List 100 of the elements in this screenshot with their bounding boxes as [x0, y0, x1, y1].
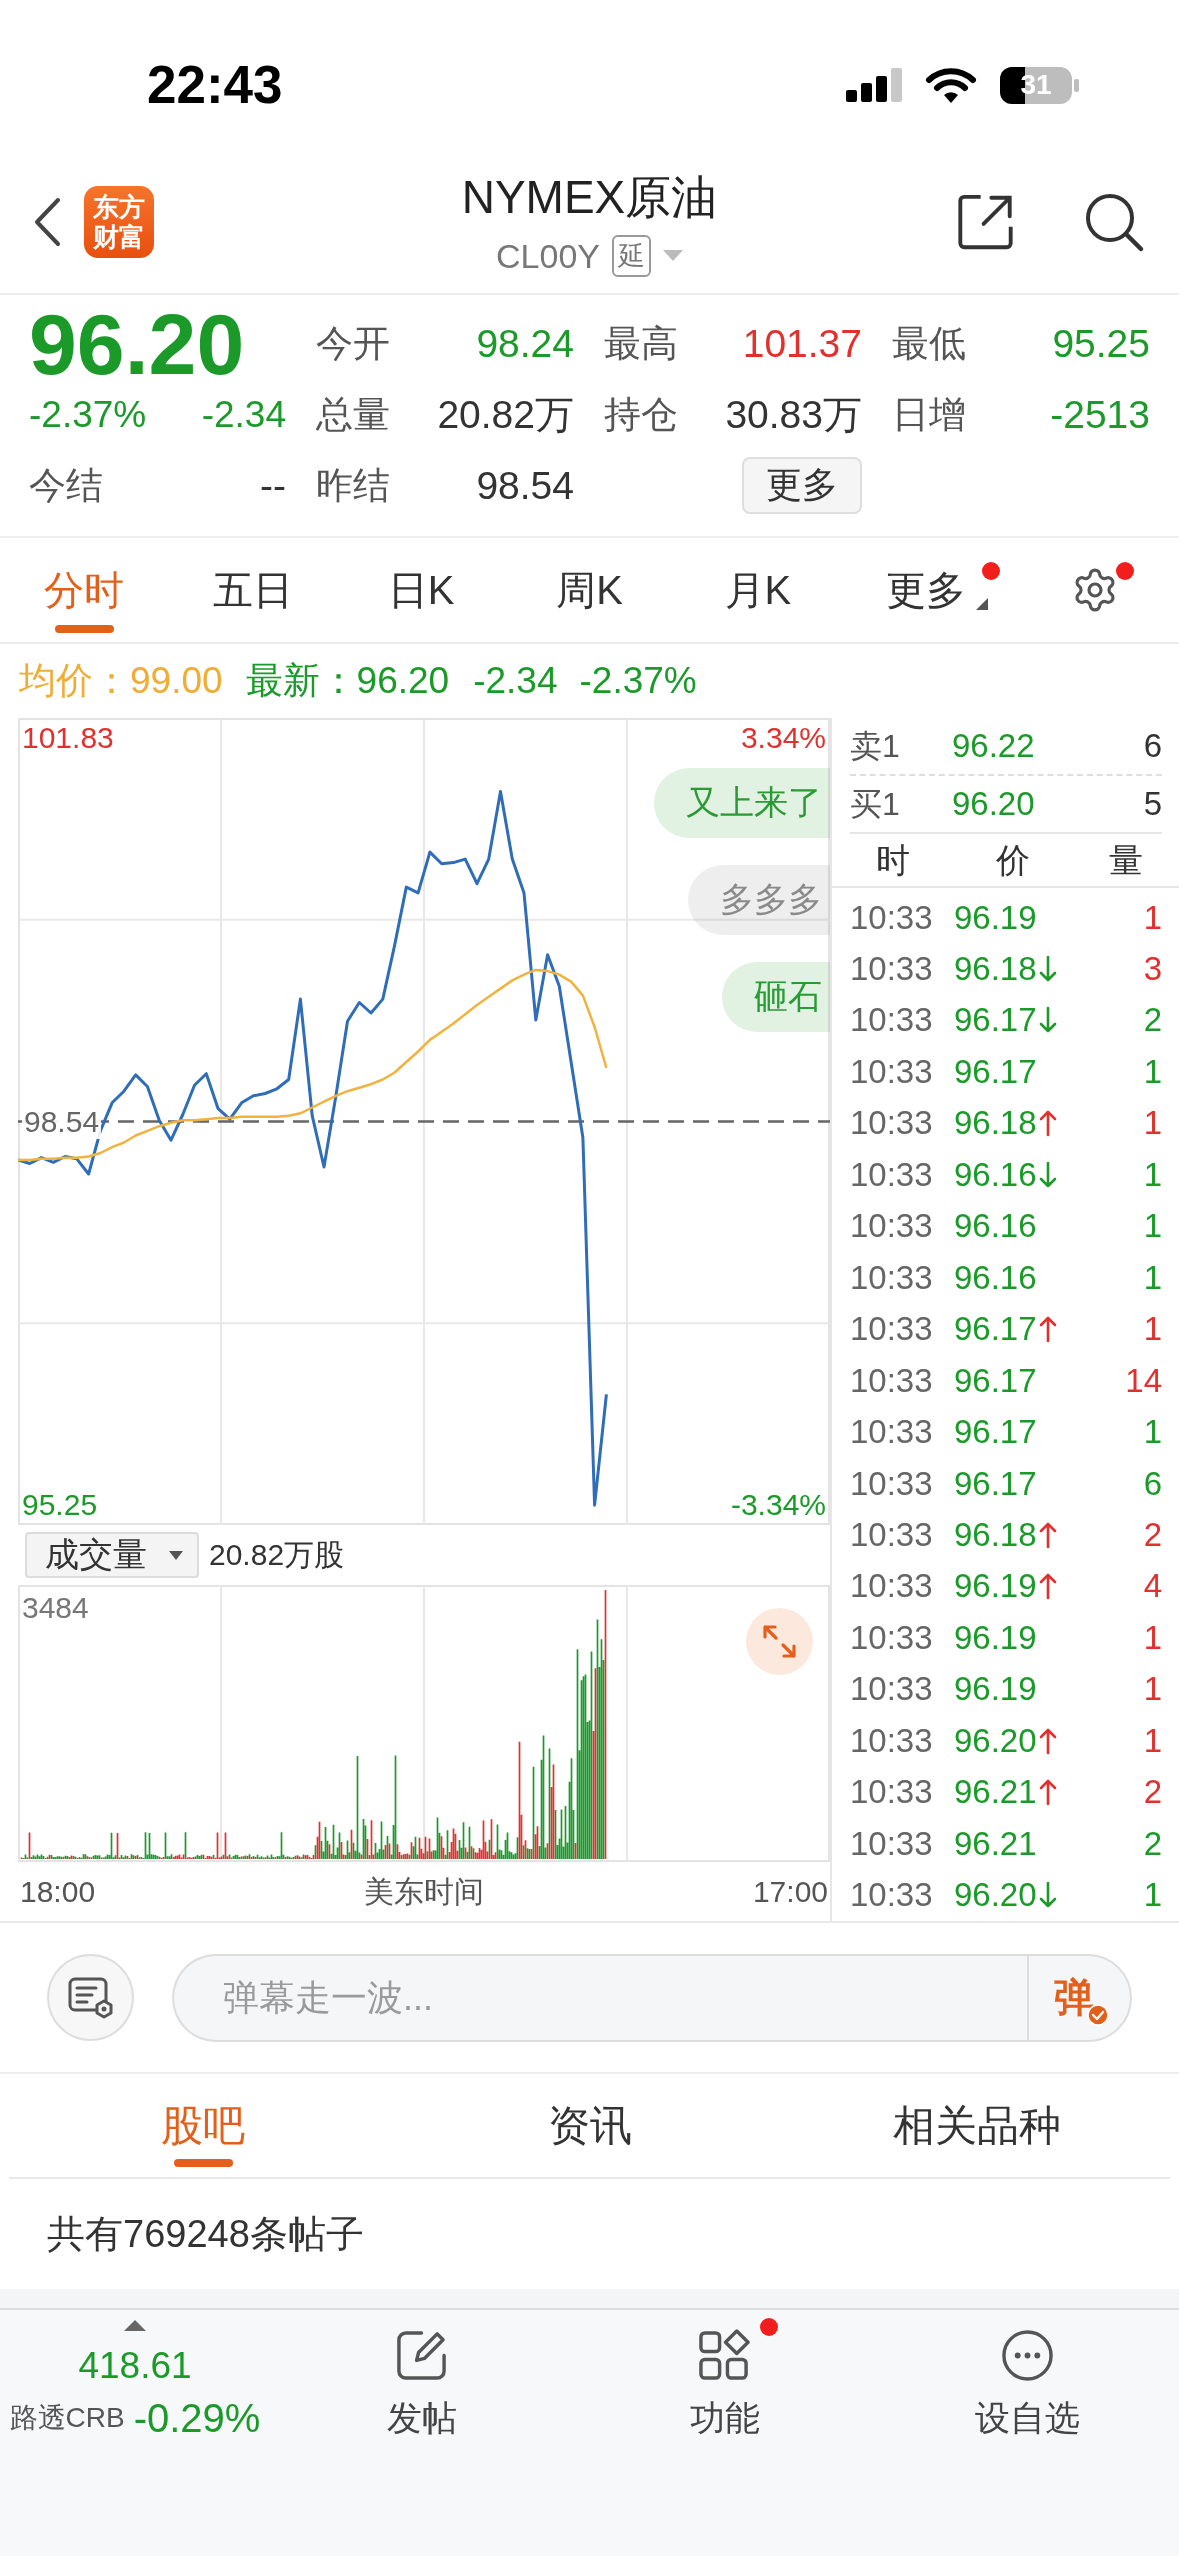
trade-price: 96.20: [954, 1875, 1037, 1916]
average-price-label: 均价：: [19, 659, 130, 703]
trade-time: 10:33: [850, 1823, 933, 1864]
trade-volume: 14: [1125, 1360, 1162, 1401]
trade-price: 96.17: [954, 1000, 1037, 1041]
caret-down-icon: [169, 1550, 183, 1560]
axis-label: 101.83: [22, 721, 114, 755]
index-name: 路透CRB: [9, 2401, 125, 2435]
comment-bubble: 又上来了: [654, 768, 830, 838]
chart-tab[interactable]: 五日: [168, 538, 337, 642]
app-logo: 东方 财富: [84, 185, 154, 258]
trade-volume: 1: [1143, 897, 1162, 938]
stat-value: 30.83万: [725, 392, 862, 437]
time-axis-title: 美东时间: [364, 1873, 484, 1910]
status-time: 22:43: [147, 55, 283, 115]
volume-total: 20.82万股: [209, 1537, 345, 1573]
latest-change: -2.34: [473, 659, 558, 703]
trade-price: 96.17: [954, 1412, 1037, 1453]
add-watchlist-button[interactable]: 设自选: [951, 2317, 1104, 2440]
contract-code: CL00Y: [496, 235, 600, 276]
caret-up-icon: [124, 2320, 146, 2331]
ask-price: 96.22: [952, 725, 1035, 766]
trade-volume: 2: [1143, 1515, 1162, 1555]
trade-price: 96.21: [954, 1823, 1037, 1864]
ask-volume: 6: [1143, 725, 1162, 766]
trade-time: 10:33: [850, 1360, 933, 1401]
stat-label: 今开: [316, 321, 390, 366]
chart-tab[interactable]: 更多: [842, 538, 1011, 642]
bid-price: 96.20: [952, 783, 1035, 824]
ask-label: 卖1: [850, 726, 900, 766]
trade-volume: 1: [1143, 1103, 1162, 1144]
trade-volume: 2: [1143, 1772, 1162, 1813]
back-chevron-icon[interactable]: [32, 196, 62, 247]
latest-price-value: 96.20: [356, 659, 450, 703]
community-tab[interactable]: 股吧: [9, 2074, 396, 2177]
chart-tab[interactable]: 日K: [336, 538, 506, 642]
trade-volume: 1: [1143, 1669, 1162, 1710]
trade-volume: 1: [1143, 1875, 1162, 1916]
percent-label: 3.34%: [740, 721, 826, 755]
trade-time: 10:33: [850, 1463, 933, 1504]
axis-label: 3484: [22, 1591, 89, 1625]
stat-value: 101.37: [742, 321, 862, 366]
functions-button[interactable]: 功能: [665, 2317, 784, 2440]
trade-time: 10:33: [850, 1257, 933, 1298]
chart-tab[interactable]: 周K: [505, 538, 674, 642]
trade-volume: 4: [1143, 1566, 1162, 1607]
trade-volume: 1: [1143, 1154, 1162, 1195]
time-label: 18:00: [20, 1873, 96, 1910]
more-button[interactable]: 更多: [742, 457, 862, 514]
danmaku-input-field[interactable]: 弹幕走一波...: [172, 1953, 1027, 2042]
trade-price: 96.17: [954, 1463, 1037, 1504]
average-price-value: 99.00: [130, 659, 223, 703]
trade-time: 10:33: [850, 1720, 933, 1761]
latest-change-percent: -2.37%: [579, 659, 697, 703]
signal-icon: [846, 68, 903, 102]
trade-time: 10:33: [850, 1206, 933, 1247]
stat-value: 95.25: [1052, 321, 1150, 366]
index-value: 418.61: [78, 2344, 192, 2388]
trade-time: 10:33: [850, 1103, 933, 1144]
trade-volume: 2: [1143, 1000, 1162, 1041]
trade-time: 10:33: [850, 1772, 933, 1813]
post-button[interactable]: 发帖: [362, 2317, 481, 2440]
stat-value: -2513: [1050, 392, 1150, 437]
index-change: -0.29%: [133, 2395, 261, 2442]
trade-price: 96.19: [954, 1617, 1037, 1658]
trade-volume: 2: [1143, 1823, 1162, 1864]
volume-selector[interactable]: 成交量: [25, 1532, 199, 1578]
stat-label: 最高: [604, 321, 678, 366]
trade-time: 10:33: [850, 1617, 933, 1658]
trade-price: 96.19: [954, 1566, 1037, 1607]
trade-time: 10:33: [850, 1515, 933, 1555]
expand-icon[interactable]: [746, 1608, 813, 1675]
stat-value: 98.54: [476, 463, 574, 508]
trade-volume: 6: [1143, 1463, 1162, 1504]
trade-price: 96.17: [954, 1309, 1037, 1350]
trade-price: 96.18: [954, 1103, 1037, 1144]
trade-price: 96.16: [954, 1206, 1037, 1247]
stat-value: 20.82万: [437, 392, 574, 437]
trade-price: 96.18: [954, 949, 1037, 990]
trade-time: 10:33: [850, 1309, 933, 1350]
stat-label: 今结: [29, 463, 103, 508]
community-tab[interactable]: 资讯: [396, 2074, 783, 2177]
wifi-icon: [925, 66, 977, 104]
community-tab[interactable]: 相关品种: [783, 2074, 1170, 2177]
post-count: 共有769248条帖子: [47, 2212, 364, 2257]
axis-label: 95.25: [22, 1488, 98, 1522]
percent-label: -3.34%: [730, 1488, 826, 1522]
last-price: 96.20: [29, 305, 245, 382]
stat-label: 日增: [892, 392, 966, 437]
trade-time: 10:33: [850, 1051, 933, 1092]
trade-time: 10:33: [850, 1000, 933, 1041]
trade-price: 96.17: [954, 1051, 1037, 1092]
bid-label: 买1: [850, 784, 900, 824]
trade-price: 96.20: [954, 1720, 1037, 1761]
trade-volume: 3: [1143, 949, 1162, 990]
trade-volume: 1: [1143, 1412, 1162, 1453]
chart-tab[interactable]: 分时: [0, 538, 169, 642]
chart-tab[interactable]: 月K: [673, 538, 843, 642]
stat-label: 总量: [316, 392, 390, 437]
column-header: 价: [995, 839, 1030, 880]
